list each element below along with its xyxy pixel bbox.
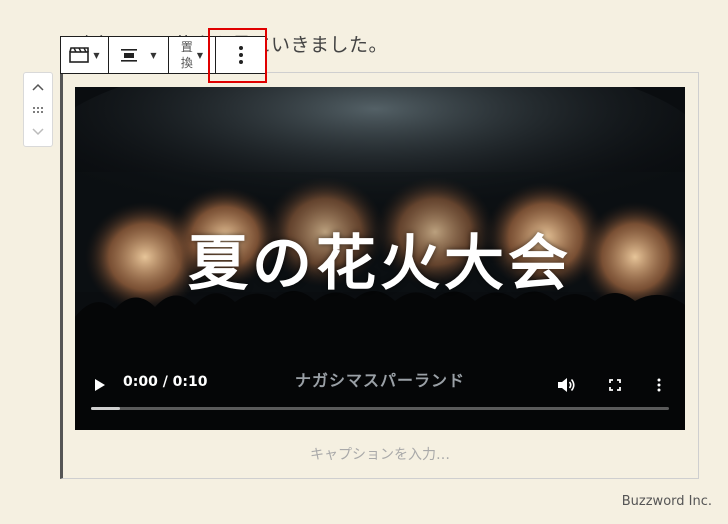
more-vertical-icon [657, 378, 661, 392]
progress-bar[interactable] [91, 407, 669, 410]
play-button[interactable] [91, 376, 109, 394]
video-title: 夏の花火大会 [188, 229, 572, 299]
more-vertical-icon [239, 46, 243, 64]
align-center-icon [121, 49, 138, 62]
caret-down-icon: ▼ [150, 50, 157, 60]
caption-input[interactable]: キャプションを入力… [75, 444, 685, 464]
move-down-button[interactable] [28, 124, 48, 140]
more-options-button[interactable] [216, 37, 266, 73]
caret-down-icon: ▼ [93, 50, 100, 60]
drag-handle-icon [33, 106, 43, 113]
chevron-up-icon [32, 83, 44, 91]
block-toolbar: ▼ ▼ 置 換 ▼ [60, 36, 267, 74]
block-type-button[interactable]: ▼ [61, 37, 109, 73]
video-controls: 0:00 / 0:10 [75, 367, 685, 407]
block-mover [23, 72, 53, 147]
drag-handle[interactable] [28, 102, 48, 118]
move-up-button[interactable] [28, 79, 48, 95]
volume-icon [558, 378, 575, 392]
replace-label-1: 置 [180, 40, 193, 54]
brand-watermark: Buzzword Inc. [621, 494, 712, 509]
caret-down-icon: ▼ [196, 50, 204, 60]
progress-fill [91, 407, 120, 410]
replace-label-2: 換 [180, 56, 193, 70]
fullscreen-icon [609, 379, 621, 391]
volume-button[interactable] [555, 375, 577, 395]
fullscreen-button[interactable] [605, 375, 625, 395]
align-button[interactable]: ▼ [109, 37, 169, 73]
time-display: 0:00 / 0:10 [123, 374, 208, 390]
video-player[interactable]: 夏の花火大会 ナガシマスパーランド 0:00 / 0:10 [75, 87, 685, 430]
chevron-down-icon [32, 128, 44, 136]
play-icon [95, 379, 105, 391]
replace-button[interactable]: 置 換 ▼ [169, 37, 216, 73]
clapperboard-icon [69, 47, 90, 63]
video-options-button[interactable] [651, 375, 667, 395]
